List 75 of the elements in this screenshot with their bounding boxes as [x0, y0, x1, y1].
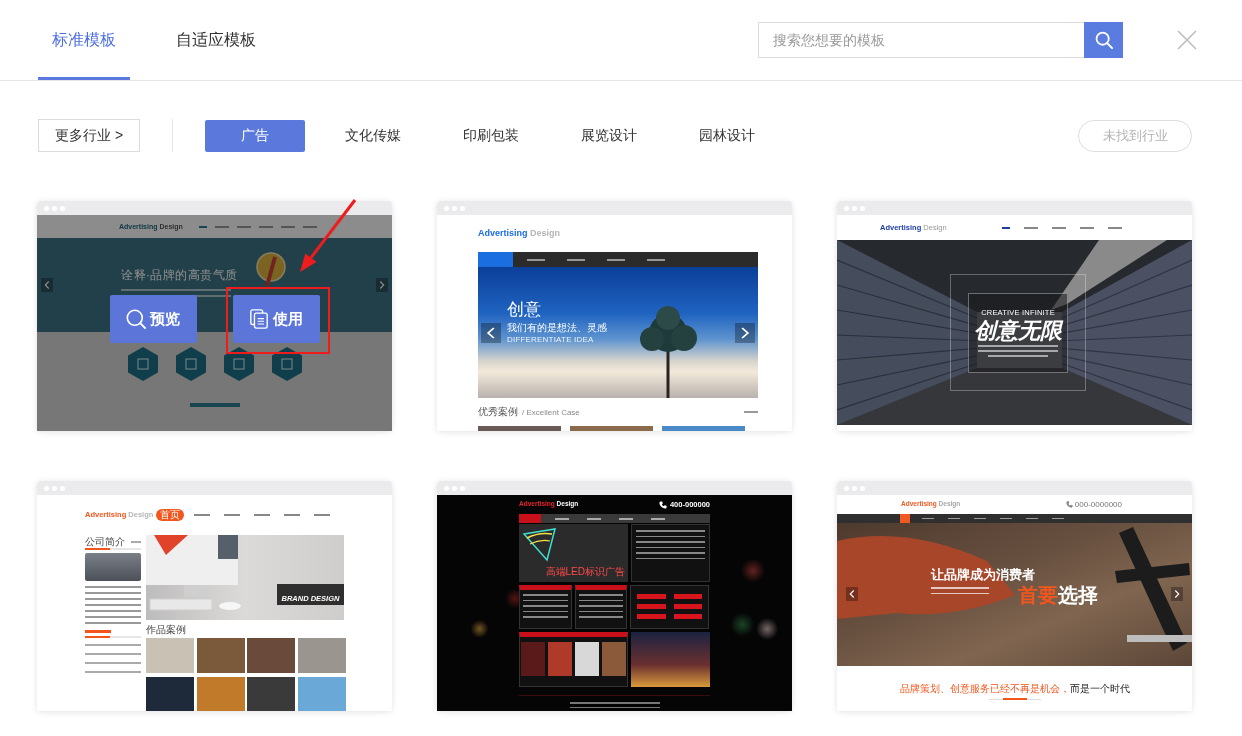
hexagon-icon [175, 347, 206, 381]
chevron-left-icon[interactable] [41, 278, 53, 292]
chevron-left-icon[interactable] [846, 587, 858, 601]
headline-text: 诠释·品牌的高贵气质 [121, 268, 238, 283]
close-icon [1177, 30, 1197, 50]
headline-text: 让品牌成为消费者 [931, 568, 1035, 581]
use-button[interactable]: 使用 [232, 295, 320, 343]
template-card[interactable]: Advertising Design 创意 我们有的是想法、灵感 DIFFERENTIATE IDEA 优秀案例 / Excellent Case [437, 201, 792, 431]
link-tile[interactable] [637, 614, 666, 619]
photo-placeholder [575, 642, 599, 676]
photo-placeholder [297, 638, 346, 673]
search-icon [126, 309, 146, 329]
photo-placeholder [196, 638, 245, 673]
category-tab[interactable]: 印刷包装 [441, 119, 542, 152]
tagline-text: 品牌策划、创意服务已经不再是机会，而是一个时代 [899, 683, 1130, 694]
chevron-right-icon[interactable] [735, 323, 755, 343]
category-tab[interactable]: 园林设计 [677, 119, 778, 152]
subheadline-text: 我们有的是想法、灵感 [507, 321, 607, 334]
photo-placeholder [85, 553, 141, 581]
section-title-drawing [85, 630, 111, 633]
more-industries-button[interactable]: 更多行业 > [38, 119, 141, 152]
section-title-drawing [189, 403, 240, 407]
category-tab[interactable]: 广告 [205, 119, 306, 152]
text-lines-drawing [523, 594, 568, 618]
documents-icon [249, 309, 269, 329]
tagline-text: DIFFERENTIATE IDEA [507, 335, 595, 345]
text-lines-drawing [85, 586, 141, 624]
tab[interactable]: 自适应模板 [162, 0, 270, 80]
section-title: 作品案例 [146, 623, 187, 636]
chevron-right-icon[interactable] [1171, 587, 1183, 601]
photo-placeholder [196, 677, 245, 711]
link-tile[interactable] [673, 594, 702, 599]
category-tab[interactable]: 文化传媒 [323, 119, 424, 152]
more-link-drawing [131, 540, 141, 543]
photo-placeholder [602, 642, 626, 676]
section-subtitle: / Excellent Case [522, 407, 580, 417]
headline-text: 创意 [507, 301, 542, 320]
photo-placeholder [146, 638, 194, 673]
more-link-drawing [744, 411, 758, 413]
logo-text: Advertising Design [478, 229, 561, 238]
preview-button[interactable]: 预览 [109, 295, 197, 343]
search-icon [1094, 31, 1113, 49]
text-lines-drawing [636, 530, 705, 559]
category-tab[interactable]: 展览设计 [559, 119, 660, 152]
section-title: 公司简介 [85, 536, 125, 547]
phone-number: 000-0000000 [1074, 500, 1122, 509]
chevron-right-icon[interactable] [376, 278, 388, 292]
photo-placeholder [247, 638, 296, 673]
link-tile[interactable] [673, 604, 702, 609]
search-button[interactable] [1084, 22, 1123, 58]
hexagon-icon [127, 347, 158, 381]
accent-rule-drawing [988, 698, 1041, 700]
section-title: 优秀案例 [478, 405, 518, 419]
tab[interactable]: 标准模板 [38, 0, 130, 80]
photo-placeholder [247, 677, 296, 711]
phone-icon [1065, 501, 1073, 508]
neon-sign-drawing [523, 528, 557, 562]
link-tile[interactable] [673, 614, 702, 619]
banner-text: 高端LED标识广告 [545, 567, 625, 577]
phone-icon [658, 500, 667, 509]
link-tile[interactable] [637, 594, 666, 599]
photo-placeholder [297, 677, 346, 711]
slogan-text: 首要选择 [1018, 585, 1098, 605]
text-lines-drawing [85, 644, 141, 673]
headline-text: 创意无限 [974, 319, 1062, 342]
photo-placeholder [521, 642, 545, 676]
search-field[interactable]: 搜索您想要的模板 [758, 22, 1084, 58]
link-tile[interactable] [637, 604, 666, 609]
hexagon-icon [271, 347, 302, 381]
text-lines-drawing [579, 594, 623, 618]
photo-placeholder [146, 677, 194, 711]
chevron-left-icon[interactable] [481, 323, 501, 343]
photo-placeholder [548, 642, 572, 676]
hexagon-icon [223, 347, 254, 381]
text-lines-drawing [931, 587, 989, 594]
